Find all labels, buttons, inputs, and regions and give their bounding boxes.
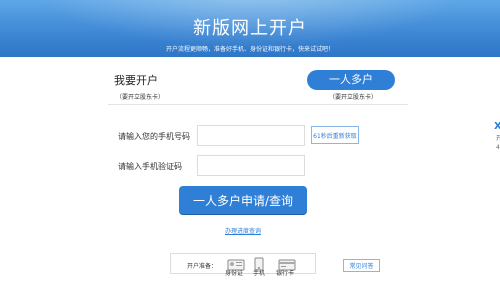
bank-card-label: 银行卡 bbox=[276, 270, 295, 277]
page-title: 新版网上开户 bbox=[193, 18, 307, 39]
phone-label-bottom: 手机 bbox=[253, 270, 266, 277]
side-panel-close-icon[interactable]: X bbox=[494, 121, 500, 132]
id-card-label: 身份证 bbox=[225, 270, 244, 277]
option-multi-account-button[interactable]: 一人多户 bbox=[307, 70, 395, 90]
resend-code-button[interactable]: 61秒后重新获取 bbox=[311, 126, 359, 144]
option-open-account-note: （要开立股东卡） bbox=[116, 94, 165, 101]
page-subtitle: 开户流程更顺畅，准备好手机、身份证和银行卡，快来试试吧！ bbox=[165, 46, 334, 53]
page-banner: 新版网上开户 开户流程更顺畅，准备好手机、身份证和银行卡，快来试试吧！ bbox=[0, 0, 500, 57]
submit-query-button[interactable]: 一人多户申请/查询 bbox=[179, 186, 307, 214]
section-divider bbox=[108, 104, 408, 105]
phone-input[interactable] bbox=[197, 125, 305, 146]
progress-query-link[interactable]: 办理进度查询 bbox=[225, 226, 261, 235]
option-multi-account-note: （要开立股东卡） bbox=[329, 94, 378, 101]
option-open-account[interactable]: 我要开户 bbox=[114, 72, 158, 88]
side-panel-text-a: 开 bbox=[496, 135, 500, 142]
faq-button[interactable]: 常见问答 bbox=[343, 259, 380, 272]
code-input[interactable] bbox=[197, 155, 305, 176]
code-label: 请输入手机验证码 bbox=[118, 162, 182, 171]
phone-label: 请输入您的手机号码 bbox=[118, 132, 190, 141]
side-panel-text-b: 4 bbox=[496, 144, 500, 151]
prepare-label: 开户准备： bbox=[187, 263, 218, 270]
